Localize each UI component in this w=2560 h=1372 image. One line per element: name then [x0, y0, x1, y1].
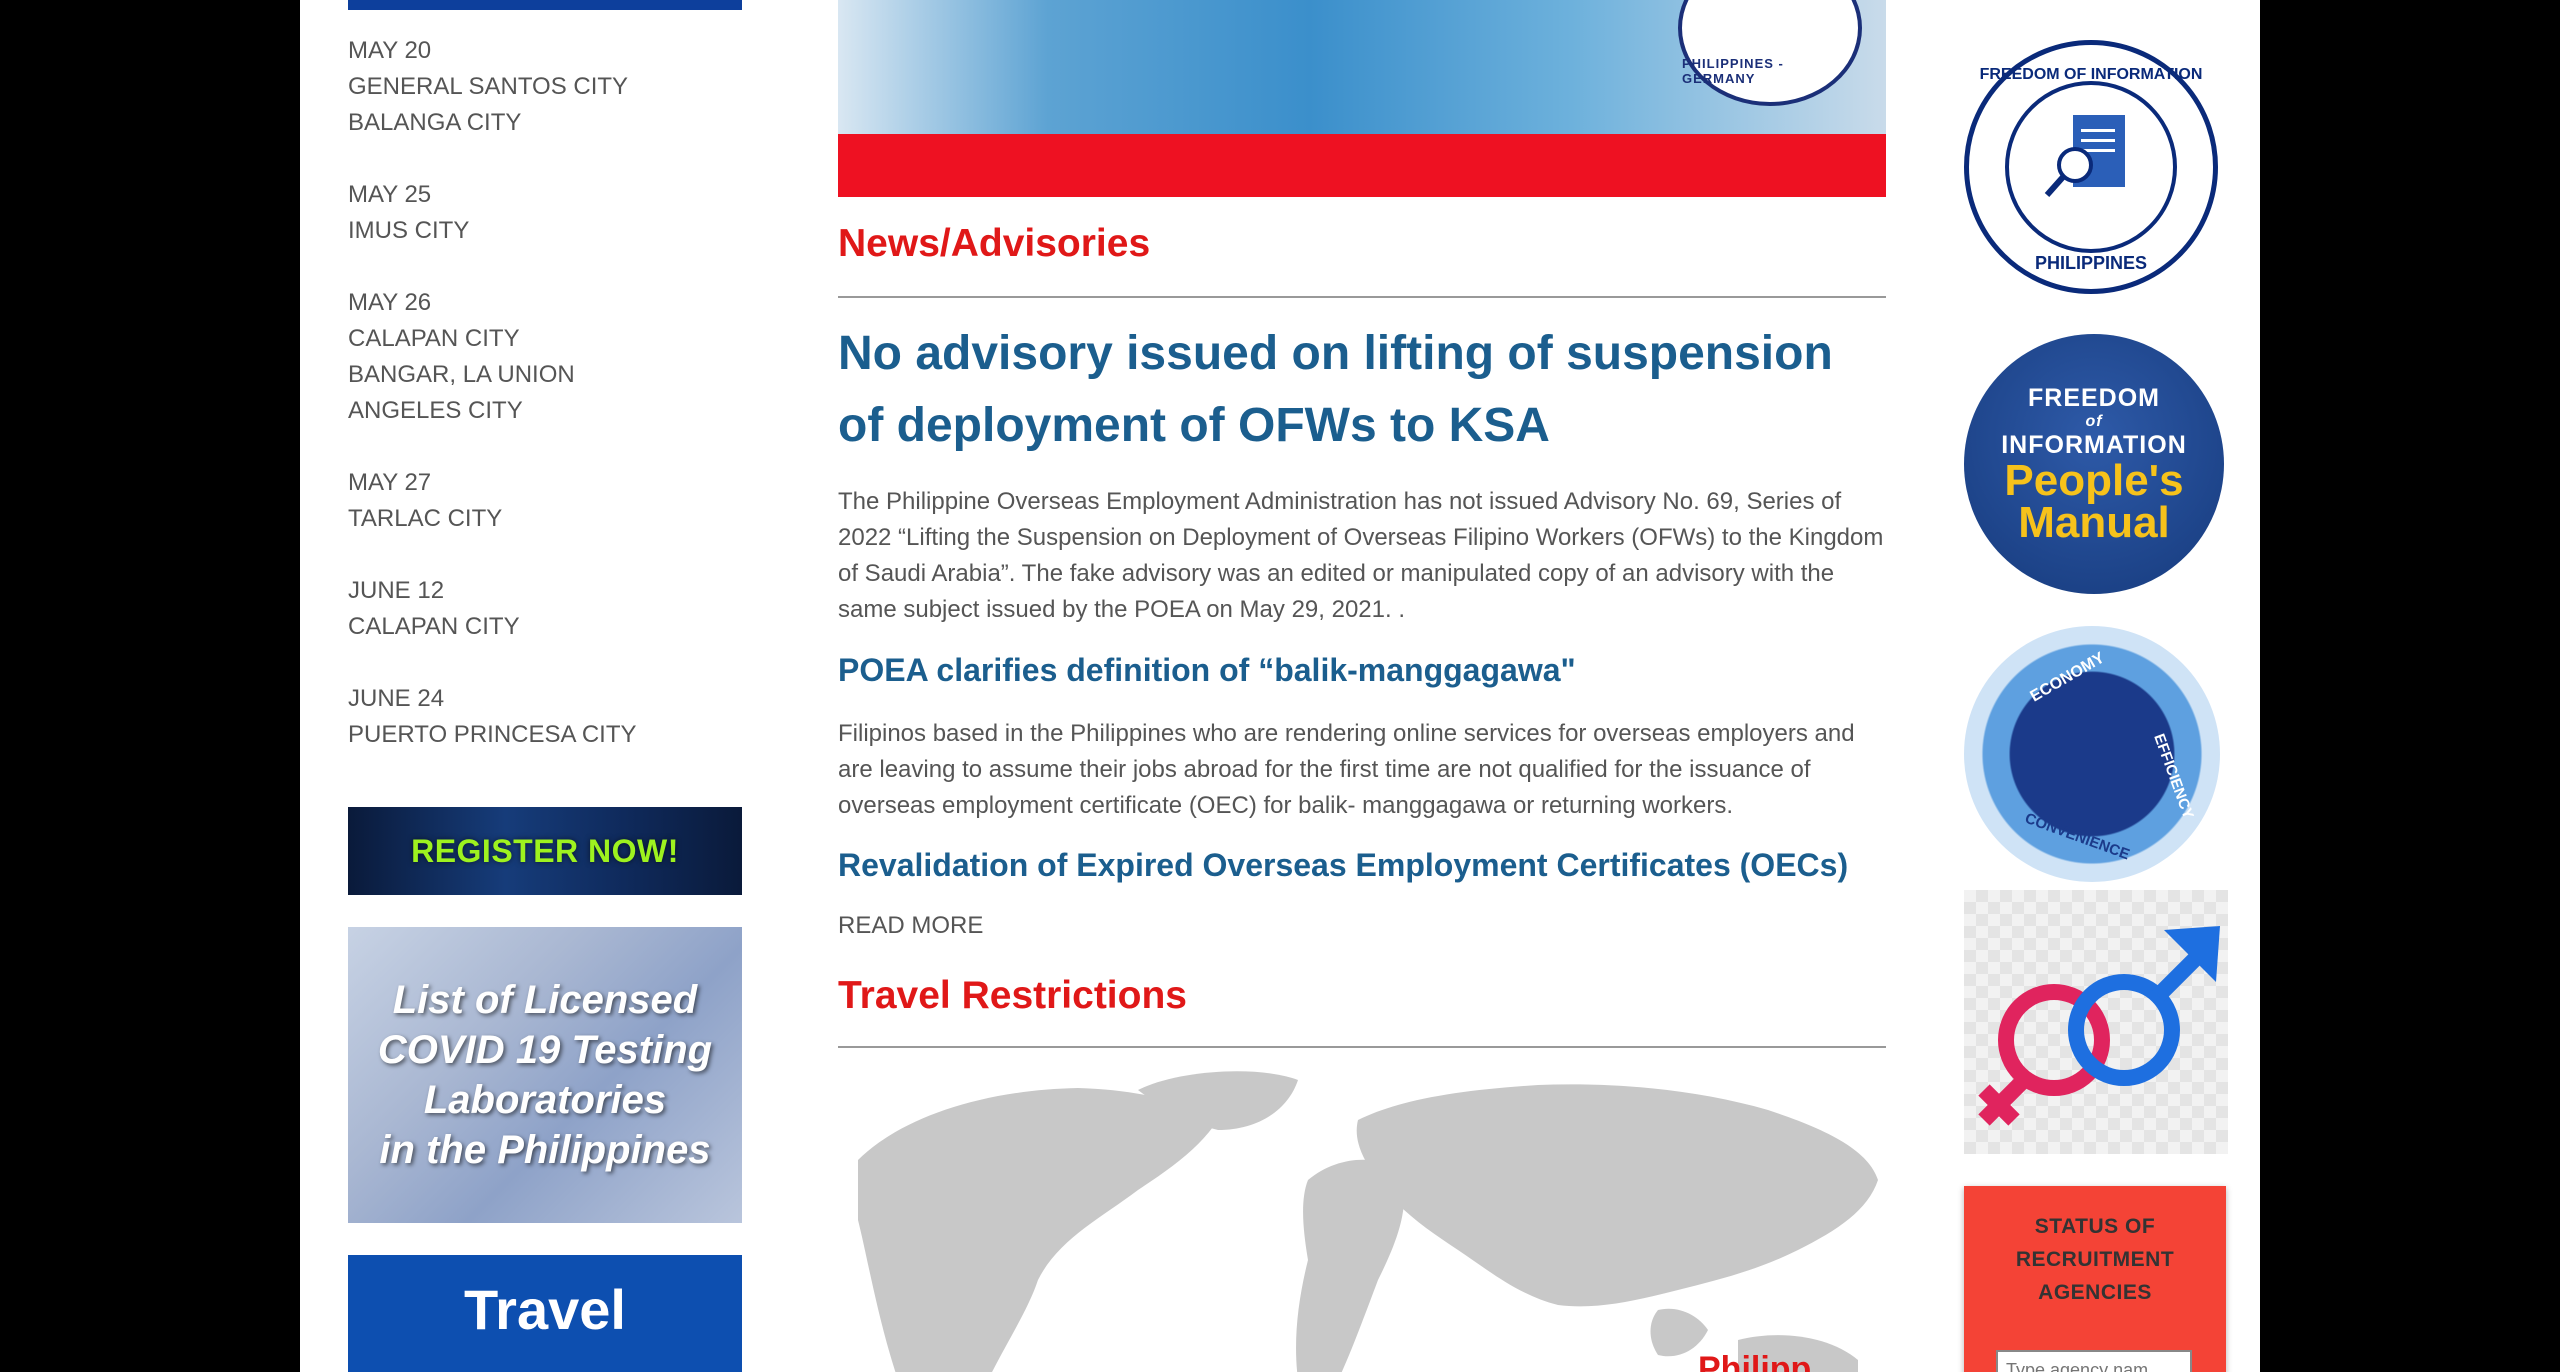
news-item-link[interactable]: POEA clarifies definition of “balik-mang… [838, 652, 1576, 689]
schedule-city: CALAPAN CITY [348, 613, 520, 640]
schedule-city: IMUS CITY [348, 217, 470, 244]
page: MAY 20 GENERAL SANTOS CITY BALANGA CITY … [300, 0, 2260, 1372]
schedule-city: BALANGA CITY [348, 109, 522, 136]
covid-line: in the Philippines [379, 1128, 711, 1172]
schedule-date: MAY 20 [348, 37, 432, 64]
news-section-title: News/Advisories [838, 222, 1151, 265]
eco-word: EFFICIENCY [2150, 732, 2196, 822]
hero-red-bar [838, 134, 1886, 197]
manual-line: People's [2004, 456, 2184, 505]
read-more-link[interactable]: READ MORE [838, 912, 983, 940]
news-headline-body: The Philippine Overseas Employment Admin… [838, 488, 1884, 623]
status-title: STATUS OF RECRUITMENT AGENCIES [1964, 1210, 2226, 1309]
gender-symbols-image[interactable] [1964, 890, 2228, 1154]
register-now-label: REGISTER NOW! [411, 832, 679, 869]
eco-word: CONVENIENCE [2023, 810, 2132, 864]
schedule-item: JUNE 24 PUERTO PRINCESA CITY [348, 681, 742, 753]
travel-section-title: Travel Restrictions [838, 974, 1187, 1017]
foi-document-icon: FREEDOM OF INFORMATION PHILIPPINES [1980, 66, 2203, 273]
manual-line: FREEDOM [2028, 384, 2160, 412]
gender-icon [1978, 926, 2220, 1126]
economy-efficiency-badge[interactable]: ECONOMY EFFICIENCY CONVENIENCE [1964, 626, 2220, 882]
manual-line: of [2085, 413, 2103, 430]
covid-line: Laboratories [423, 1078, 667, 1122]
news-item-body: Filipinos based in the Philippines who a… [838, 720, 1855, 819]
schedule-item: MAY 26 CALAPAN CITY BANGAR, LA UNION ANG… [348, 285, 742, 429]
schedule-city: ANGELES CITY [348, 397, 523, 424]
schedule-city: CALAPAN CITY [348, 325, 520, 352]
status-title-line: RECRUITMENT [2015, 1248, 2175, 1271]
schedule-date: MAY 27 [348, 469, 432, 496]
schedule-city: PUERTO PRINCESA CITY [348, 721, 637, 748]
section-divider [838, 1046, 1886, 1048]
schedule-date: MAY 25 [348, 181, 432, 208]
foi-badge-bottom-text: PHILIPPINES [2035, 253, 2147, 273]
schedule-date: JUNE 12 [348, 577, 445, 604]
schedule-city: BANGAR, LA UNION [348, 361, 575, 388]
foi-philippines-badge[interactable]: FREEDOM OF INFORMATION PHILIPPINES [1964, 40, 2218, 294]
seal-text: PHILIPPINES - GERMANY [1682, 56, 1784, 86]
world-map[interactable]: Philipp [838, 1060, 1886, 1372]
schedule-item: MAY 25 IMUS CITY [348, 177, 742, 249]
foi-peoples-manual-badge[interactable]: FREEDOM of INFORMATION People's Manual [1964, 334, 2224, 594]
schedule-city: GENERAL SANTOS CITY [348, 73, 629, 100]
recruitment-status-widget: STATUS OF RECRUITMENT AGENCIES [1964, 1186, 2226, 1372]
sidebar-top-bar [348, 0, 742, 10]
travel-banner-label: Travel [464, 1278, 626, 1341]
schedule-item: MAY 27 TARLAC CITY [348, 465, 742, 537]
agency-search-input[interactable] [1996, 1350, 2192, 1372]
eco-word: ECONOMY [2028, 649, 2108, 705]
foi-badge-top-text: FREEDOM OF INFORMATION [1980, 66, 2203, 83]
schedule-date: JUNE 24 [348, 685, 445, 712]
map-label: Philipp [1698, 1350, 1811, 1372]
news-headline-link[interactable]: No advisory issued on lifting of suspens… [838, 318, 1886, 462]
status-title-line: AGENCIES [2038, 1281, 2152, 1304]
hero-image: PHILIPPINES - GERMANY [838, 0, 1886, 134]
globe-arrows-icon: ECONOMY EFFICIENCY CONVENIENCE [2023, 649, 2197, 864]
travel-restrictions-banner[interactable]: Travel [348, 1255, 742, 1372]
covid-line: COVID 19 Testing [377, 1028, 713, 1072]
covid-line: List of Licensed [392, 978, 698, 1022]
schedule-city: TARLAC CITY [348, 505, 503, 532]
covid-labs-banner[interactable]: List of Licensed COVID 19 Testing Labora… [348, 927, 742, 1223]
covid-labs-text: List of Licensed COVID 19 Testing Labora… [378, 975, 712, 1175]
register-now-banner[interactable]: REGISTER NOW! [348, 807, 742, 895]
schedule-list: MAY 20 GENERAL SANTOS CITY BALANGA CITY … [348, 33, 742, 789]
section-divider [838, 296, 1886, 298]
manual-line: Manual [2018, 498, 2170, 547]
schedule-item: JUNE 12 CALAPAN CITY [348, 573, 742, 645]
news-item-link[interactable]: Revalidation of Expired Overseas Employm… [838, 847, 1848, 884]
ph-germany-seal: PHILIPPINES - GERMANY [1678, 0, 1862, 106]
status-title-line: STATUS OF [2034, 1215, 2156, 1238]
schedule-date: MAY 26 [348, 289, 432, 316]
schedule-item: MAY 20 GENERAL SANTOS CITY BALANGA CITY [348, 33, 742, 141]
